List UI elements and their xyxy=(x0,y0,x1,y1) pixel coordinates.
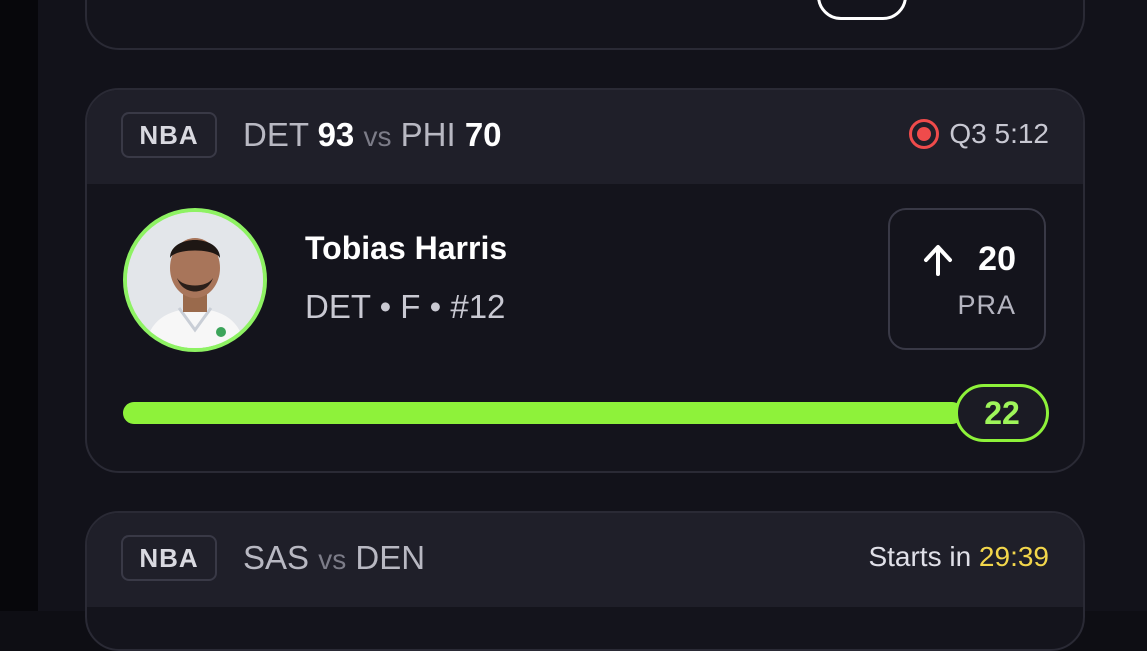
vs-label: vs xyxy=(363,121,392,152)
prop-line-value: 20 xyxy=(978,240,1016,278)
live-status: Q3 5:12 xyxy=(909,118,1049,150)
live-prop-card[interactable]: NBA DET 93 vs PHI 70 Q3 5:12 Tobias Harr… xyxy=(85,88,1085,473)
card-header: NBA DET 93 vs PHI 70 Q3 5:12 xyxy=(87,90,1083,184)
away-score: 70 xyxy=(464,116,502,153)
vs-label: vs xyxy=(318,544,347,575)
league-badge: NBA xyxy=(121,112,217,158)
home-team: SAS xyxy=(243,539,310,576)
home-score: 93 xyxy=(317,116,355,153)
player-headshot-icon xyxy=(127,212,263,348)
countdown-time: 29:39 xyxy=(978,541,1049,572)
home-team: DET xyxy=(243,116,309,153)
previous-card-value-pill xyxy=(817,0,907,20)
current-value-pill: 22 xyxy=(955,384,1049,442)
player-avatar[interactable] xyxy=(123,208,267,352)
start-countdown: Starts in 29:39 xyxy=(868,541,1049,573)
progress-fill xyxy=(123,402,963,424)
player-name: Tobias Harris xyxy=(305,230,508,266)
previous-card[interactable] xyxy=(85,0,1085,50)
live-icon xyxy=(909,119,940,149)
matchup: DET 93 vs PHI 70 xyxy=(243,116,502,154)
player-meta: DET • F • #12 xyxy=(305,288,506,325)
away-team: DEN xyxy=(355,539,426,576)
left-edge xyxy=(0,0,38,611)
league-badge: NBA xyxy=(121,535,217,581)
game-clock: Q3 5:12 xyxy=(949,118,1049,149)
arrow-up-icon xyxy=(924,245,952,276)
starts-label: Starts in xyxy=(868,541,972,572)
away-team: PHI xyxy=(400,116,456,153)
card-header: NBA SAS vs DEN Starts in 29:39 xyxy=(87,513,1083,607)
prop-line-box[interactable]: 20 PRA xyxy=(888,208,1046,350)
upcoming-prop-card[interactable]: NBA SAS vs DEN Starts in 29:39 xyxy=(85,511,1085,651)
matchup: SAS vs DEN xyxy=(243,539,425,577)
prop-stat-type: PRA xyxy=(957,290,1016,320)
progress-track xyxy=(123,402,963,424)
